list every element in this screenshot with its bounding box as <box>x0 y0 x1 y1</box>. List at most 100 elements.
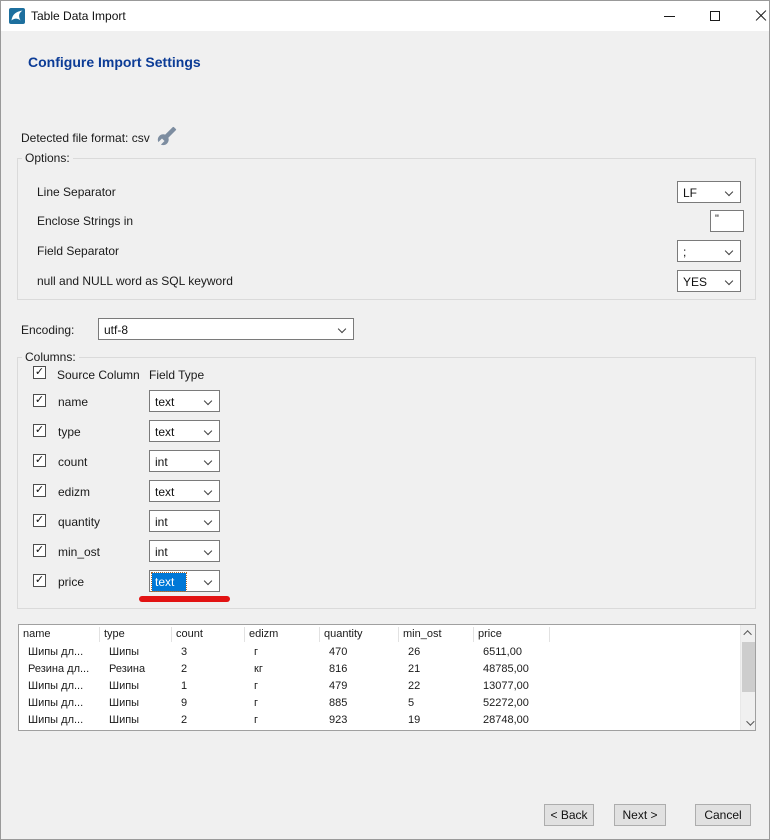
column-name-label: name <box>58 395 88 409</box>
options-legend: Options: <box>22 151 73 165</box>
encoding-select[interactable]: utf-8 <box>98 318 354 340</box>
scrollbar-thumb[interactable] <box>742 642 755 692</box>
scroll-down-button[interactable] <box>741 715 756 730</box>
field-type-select[interactable]: text <box>149 480 220 502</box>
source-column-header: Source Column <box>57 368 140 382</box>
column-checkbox[interactable] <box>33 484 46 497</box>
options-groupbox: Options: Line Separator LF Enclose Strin… <box>17 158 756 300</box>
column-checkbox[interactable] <box>33 454 46 467</box>
annotation-red-underline <box>139 596 230 602</box>
cell: Резина дл... <box>19 663 100 675</box>
cell: Шипы <box>100 714 172 726</box>
cell: 2 <box>172 663 245 675</box>
chevron-down-icon <box>204 547 212 555</box>
column-row-type: type text <box>18 420 755 442</box>
column-checkbox[interactable] <box>33 394 46 407</box>
col-header[interactable]: price <box>474 627 550 642</box>
cell: 479 <box>320 680 399 692</box>
cell: 26 <box>399 646 474 658</box>
detected-format-label: Detected file format: csv <box>21 131 150 145</box>
encoding-label: Encoding: <box>21 323 74 337</box>
vertical-scrollbar[interactable] <box>740 625 755 730</box>
cell: 5 <box>399 697 474 709</box>
cell: 6511,00 <box>474 646 550 658</box>
col-header[interactable]: min_ost <box>399 627 474 642</box>
col-header[interactable]: name <box>19 627 100 642</box>
column-row-quantity: quantity int <box>18 510 755 532</box>
chevron-down-icon <box>204 577 212 585</box>
cell: Шипы <box>100 697 172 709</box>
cell: Шипы дл... <box>19 646 100 658</box>
cell: г <box>245 680 320 692</box>
cell: Резина <box>100 663 172 675</box>
scroll-up-icon <box>743 630 751 638</box>
chevron-down-icon <box>725 277 733 285</box>
cell: 19 <box>399 714 474 726</box>
chevron-down-icon <box>204 487 212 495</box>
column-checkbox[interactable] <box>33 544 46 557</box>
select-all-checkbox[interactable] <box>33 366 46 379</box>
cell: 22 <box>399 680 474 692</box>
cell: 21 <box>399 663 474 675</box>
cell: Шипы <box>100 680 172 692</box>
cell: 923 <box>320 714 399 726</box>
column-checkbox[interactable] <box>33 574 46 587</box>
back-button[interactable]: < Back <box>544 804 594 826</box>
column-row-name: name text <box>18 390 755 412</box>
field-type-select-price-focused[interactable]: text <box>149 570 220 592</box>
enclose-strings-input[interactable]: " <box>710 210 744 232</box>
cell: 48785,00 <box>474 663 550 675</box>
table-row[interactable]: Шипы дл... Шипы 1 г 479 22 13077,00 <box>19 677 755 694</box>
column-row-count: count int <box>18 450 755 472</box>
cell: 28748,00 <box>474 714 550 726</box>
column-row-edizm: edizm text <box>18 480 755 502</box>
cell: Шипы дл... <box>19 680 100 692</box>
null-keyword-label: null and NULL word as SQL keyword <box>37 274 233 288</box>
window-title: Table Data Import <box>31 9 126 23</box>
col-header-filler <box>550 627 755 642</box>
field-type-select[interactable]: int <box>149 510 220 532</box>
maximize-icon <box>710 11 720 21</box>
field-separator-select[interactable]: ; <box>677 240 741 262</box>
column-name-label: type <box>58 425 81 439</box>
minimize-icon <box>664 16 675 17</box>
col-header[interactable]: edizm <box>245 627 320 642</box>
col-header[interactable]: count <box>172 627 245 642</box>
null-keyword-select[interactable]: YES <box>677 270 741 292</box>
chevron-down-icon <box>204 517 212 525</box>
next-button[interactable]: Next > <box>614 804 666 826</box>
column-checkbox[interactable] <box>33 514 46 527</box>
line-separator-select[interactable]: LF <box>677 181 741 203</box>
table-row[interactable]: Шипы дл... Шипы 3 г 470 26 6511,00 <box>19 643 755 660</box>
table-row[interactable]: Шипы дл... Шипы 9 г 885 5 52272,00 <box>19 694 755 711</box>
cell: 470 <box>320 646 399 658</box>
chevron-down-icon <box>338 325 346 333</box>
cell: 9 <box>172 697 245 709</box>
scroll-down-icon <box>746 717 754 725</box>
maximize-button[interactable] <box>700 1 730 31</box>
column-checkbox[interactable] <box>33 424 46 437</box>
table-row[interactable]: Шипы дл... Шипы 2 г 923 19 28748,00 <box>19 711 755 728</box>
field-type-select[interactable]: int <box>149 540 220 562</box>
minimize-button[interactable] <box>654 1 684 31</box>
field-type-select[interactable]: text <box>149 390 220 412</box>
field-type-select[interactable]: int <box>149 450 220 472</box>
col-header[interactable]: quantity <box>320 627 399 642</box>
field-separator-label: Field Separator <box>37 244 119 258</box>
enclose-strings-label: Enclose Strings in <box>37 214 133 228</box>
close-button[interactable] <box>746 1 770 31</box>
cell: 3 <box>172 646 245 658</box>
cell: Шипы <box>100 646 172 658</box>
mysql-app-icon <box>9 8 25 24</box>
col-header[interactable]: type <box>100 627 172 642</box>
column-name-label: quantity <box>58 515 100 529</box>
cell: кг <box>245 663 320 675</box>
table-row[interactable]: Резина дл... Резина 2 кг 816 21 48785,00 <box>19 660 755 677</box>
scroll-up-button[interactable] <box>741 625 756 640</box>
wrench-icon[interactable] <box>157 126 177 146</box>
field-type-select[interactable]: text <box>149 420 220 442</box>
cancel-button[interactable]: Cancel <box>695 804 751 826</box>
chevron-down-icon <box>204 427 212 435</box>
cell: Шипы дл... <box>19 697 100 709</box>
column-name-label: price <box>58 575 84 589</box>
